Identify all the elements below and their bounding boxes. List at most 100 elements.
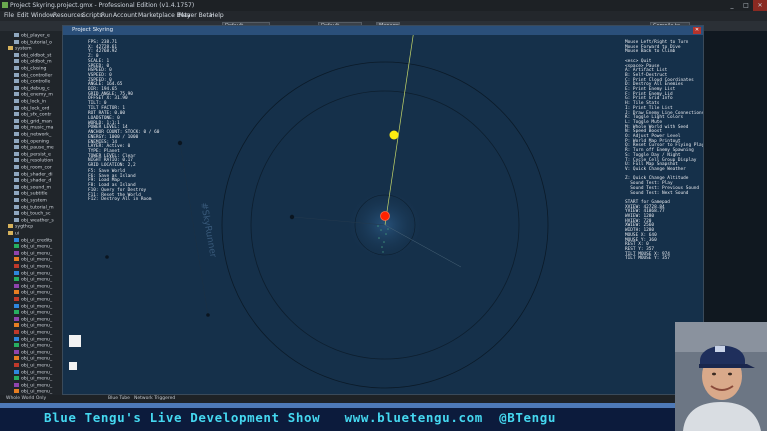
game-window-titlebar: Project Skyring: [63, 26, 703, 35]
object-icon: [14, 66, 19, 70]
tree-item[interactable]: obj_ui_menu_: [0, 303, 52, 310]
tree-item[interactable]: obj_subtitle: [0, 191, 48, 197]
tree-item[interactable]: obj_ui_menu_: [0, 270, 52, 277]
menu-run[interactable]: Run: [101, 11, 113, 21]
tree-item[interactable]: obj_ui_menu_: [0, 297, 52, 303]
tree-item[interactable]: obj_ui_menu_: [0, 343, 52, 349]
object-icon: [14, 72, 19, 77]
menu-edit[interactable]: Edit: [17, 11, 29, 21]
object-icon: [14, 389, 19, 394]
object-icon: [14, 33, 19, 37]
tree-item[interactable]: obj_shader_d: [0, 178, 51, 184]
tree-item[interactable]: obj_ui_menu_: [0, 277, 52, 283]
tree-item[interactable]: obj_controller: [0, 72, 52, 79]
tree-item[interactable]: obj_touch_sc: [0, 211, 50, 217]
tree-item[interactable]: obj_sound_m: [0, 184, 51, 191]
tree-item-label: obj_network_: [21, 132, 52, 138]
tree-item[interactable]: obj_system: [0, 198, 47, 204]
game-window[interactable]: Project Skyring ✕ #SkyRunner FPS: 238.71…: [62, 25, 704, 395]
tree-item-label: obj_ui_menu_: [21, 376, 53, 382]
tree-item[interactable]: obj_ui_menu_: [0, 250, 52, 257]
sun-marker: [389, 130, 399, 140]
tree-item[interactable]: obj_ui_menu_: [0, 244, 52, 250]
tree-item[interactable]: obj_weather_s: [0, 217, 54, 224]
object-icon: [14, 132, 19, 136]
object-icon: [14, 191, 19, 196]
tree-item[interactable]: obj_ui_menu_: [0, 264, 52, 270]
tree-folder[interactable]: system: [0, 46, 32, 52]
object-icon: [14, 112, 19, 117]
tree-item[interactable]: obj_controlle: [0, 79, 50, 85]
minimize-button[interactable]: _: [725, 0, 739, 11]
status-bar: Whole World Only Blue Tube Network Trigg…: [0, 395, 767, 403]
tree-item[interactable]: obj_tutorial_o: [0, 39, 52, 46]
resource-tree: obj_player_e obj_tutorial_o system obj_oldb…: [0, 31, 62, 395]
tree-folder[interactable]: ui: [0, 231, 19, 237]
status-center: Blue Tube: [108, 396, 130, 401]
enemy-marker: [105, 255, 109, 259]
tree-item[interactable]: obj_shader_di: [0, 171, 53, 178]
maximize-button[interactable]: □: [739, 0, 753, 11]
tree-item[interactable]: obj_ui_menu_: [0, 369, 52, 376]
tree-item-label: obj_ui_menu_: [21, 277, 53, 283]
tree-item[interactable]: obj_lock_ord: [0, 105, 49, 112]
tree-item[interactable]: obj_resolution: [0, 158, 53, 164]
object-icon: [14, 310, 19, 315]
object-icon: [14, 92, 19, 97]
tree-item[interactable]: obj_pause_me: [0, 145, 54, 151]
menu-account[interactable]: Account: [113, 11, 137, 21]
tree-item[interactable]: obj_sfx_contr: [0, 112, 51, 118]
tree-item[interactable]: obj_ui_menu_: [0, 336, 53, 343]
tree-item[interactable]: obj_ui_menu_: [0, 356, 52, 362]
tree-folder[interactable]: sygthcp: [0, 224, 33, 230]
tree-item[interactable]: obj_oldbot_m: [0, 59, 52, 65]
tree-item[interactable]: obj_closing: [0, 66, 46, 72]
tree-item[interactable]: obj_music_ma: [0, 125, 53, 131]
menu-window[interactable]: Window: [31, 11, 55, 21]
tree-item-label: obj_ui_menu_: [21, 310, 53, 316]
tree-item[interactable]: obj_debug_c: [0, 85, 50, 92]
tree-item[interactable]: obj_ui_menu_: [0, 290, 52, 296]
tree-item[interactable]: obj_oldbot_st: [0, 52, 51, 59]
tree-item-label: obj_ui_menu_: [21, 323, 53, 329]
menu-player[interactable]: Player Beta: [178, 11, 212, 21]
tree-item[interactable]: obj_ui_menu_: [0, 363, 52, 369]
object-icon: [14, 369, 19, 374]
banner-stripe: [0, 403, 767, 408]
tree-item[interactable]: obj_ui_menu_: [0, 323, 52, 329]
menu-resources[interactable]: Resources: [53, 11, 84, 21]
tree-item[interactable]: obj_network_: [0, 132, 51, 138]
tree-item[interactable]: obj_ui_menu_: [0, 316, 52, 323]
tree-item-label: obj_ui_menu_: [21, 290, 53, 296]
tree-item-label: obj_ui_menu_: [21, 244, 53, 250]
tree-item-label: obj_room_cor: [21, 165, 52, 171]
tree-item-label: obj_ui_menu_: [21, 363, 53, 369]
tree-item-label: obj_ui_menu_: [21, 337, 53, 343]
tree-item[interactable]: obj_opening: [0, 138, 49, 145]
menu-scripts[interactable]: Scripts: [82, 11, 103, 21]
tree-item[interactable]: obj_persist_e: [0, 151, 51, 158]
player-marker: [380, 211, 390, 221]
tree-item-label: system: [15, 46, 32, 52]
tree-item[interactable]: obj_enemy_m: [0, 92, 53, 98]
game-viewport[interactable]: #SkyRunner FPS: 238.71 X: 42728.61 Y: 42…: [63, 35, 703, 394]
menu-help[interactable]: Help: [210, 11, 224, 21]
tree-item[interactable]: obj_ui_menu_: [0, 349, 52, 356]
tree-item[interactable]: obj_tutorial_m: [0, 204, 54, 211]
tree-item[interactable]: obj_ui_menu_: [0, 382, 52, 389]
tree-item[interactable]: obj_ui_menu_: [0, 283, 52, 290]
tree-item[interactable]: obj_ui_menu_: [0, 257, 52, 263]
game-window-close-button[interactable]: ✕: [693, 27, 701, 34]
tree-item[interactable]: obj_grid_man: [0, 118, 52, 125]
tree-item[interactable]: obj_ui_menu_: [0, 376, 52, 382]
tree-item-label: obj_player_e: [21, 33, 50, 39]
tree-item[interactable]: obj_ui_credits: [0, 237, 52, 244]
close-button[interactable]: ✕: [753, 0, 767, 11]
menu-file[interactable]: File: [4, 11, 14, 21]
tree-item[interactable]: obj_ui_menu_: [0, 310, 52, 316]
tree-item[interactable]: obj_room_cor: [0, 165, 52, 171]
tree-item[interactable]: obj_lock_in: [0, 99, 46, 105]
tree-item[interactable]: obj_ui_menu_: [0, 330, 52, 336]
tree-item-label: obj_system: [21, 198, 47, 204]
tree-item[interactable]: obj_player_e: [0, 33, 50, 39]
